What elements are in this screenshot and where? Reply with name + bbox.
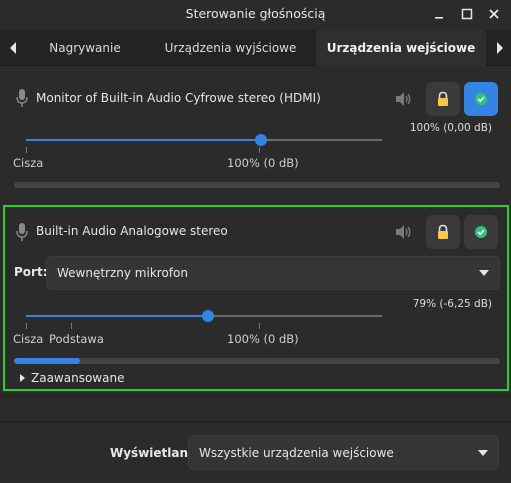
volume-readout: 79% (-6,25 dB) (412, 298, 492, 310)
volume-slider-handle[interactable] (201, 310, 214, 322)
display-filter-value: Wszystkie urządzenia wejściowe (199, 445, 394, 460)
lock-channels-button[interactable] (426, 215, 460, 249)
scale-tick (26, 147, 27, 153)
scale-label-100: 100% (0 dB) (227, 332, 299, 346)
check-icon (475, 226, 487, 238)
expander-arrow-icon[interactable] (20, 374, 25, 382)
tab-scroll-right-icon[interactable] (487, 30, 511, 66)
chevron-down-icon (479, 270, 489, 276)
minimize-icon[interactable] (431, 6, 447, 22)
tab-input-devices[interactable]: Urządzenia wejściowe (316, 30, 486, 66)
scale-tick (71, 323, 72, 329)
display-filter-dropdown[interactable]: Wszystkie urządzenia wejściowe (188, 435, 499, 470)
port-dropdown-value: Wewnętrzny mikrofon (57, 266, 188, 280)
lock-icon (438, 91, 448, 106)
microphone-icon (16, 89, 28, 107)
volume-slider[interactable] (26, 310, 382, 322)
separator (0, 395, 511, 396)
tab-scroll-left-icon[interactable] (0, 30, 26, 66)
level-meter (14, 358, 500, 364)
tab-recording[interactable]: Nagrywanie (30, 30, 140, 66)
footer: Wyświetlanie: Wszystkie urządzenia wejśc… (0, 421, 511, 483)
set-default-button[interactable] (464, 82, 498, 116)
speaker-mute-icon[interactable] (394, 223, 412, 241)
speaker-mute-icon[interactable] (394, 90, 412, 108)
scale-tick (26, 323, 27, 329)
volume-slider-handle[interactable] (254, 134, 267, 146)
level-meter-fill (14, 358, 80, 364)
microphone-icon (16, 223, 28, 241)
scale-tick (259, 147, 260, 153)
volume-slider-fill (26, 139, 261, 141)
port-label: Port: (14, 265, 48, 279)
lock-channels-button[interactable] (426, 82, 460, 116)
scale-label-silence: Cisza (13, 156, 44, 170)
lock-icon (438, 224, 448, 239)
tab-bar: Nagrywanie Urządzenia wyjściowe Urządzen… (0, 30, 511, 66)
level-meter (14, 182, 500, 188)
volume-slider[interactable] (26, 134, 382, 146)
volume-readout: 100% (0,00 dB) (409, 122, 492, 134)
port-dropdown[interactable]: Wewnętrzny mikrofon (46, 256, 500, 290)
maximize-icon[interactable] (459, 6, 475, 22)
scale-label-100: 100% (0 dB) (227, 156, 299, 170)
scale-label-base: Podstawa (49, 332, 104, 346)
volume-slider-fill (26, 315, 208, 317)
window-titlebar: Sterowanie głośnością (0, 0, 511, 30)
scale-tick (259, 323, 260, 329)
close-icon[interactable] (486, 6, 502, 22)
device-name: Built-in Audio Analogowe stereo (36, 224, 228, 238)
advanced-expander[interactable]: Zaawansowane (31, 371, 124, 385)
scale-label-silence: Cisza (13, 332, 44, 346)
check-icon (475, 93, 487, 105)
device-name: Monitor of Built-in Audio Cyfrowe stereo… (36, 91, 321, 105)
set-default-button[interactable] (464, 215, 498, 249)
chevron-down-icon (478, 449, 488, 456)
tab-output-devices[interactable]: Urządzenia wyjściowe (148, 30, 313, 66)
